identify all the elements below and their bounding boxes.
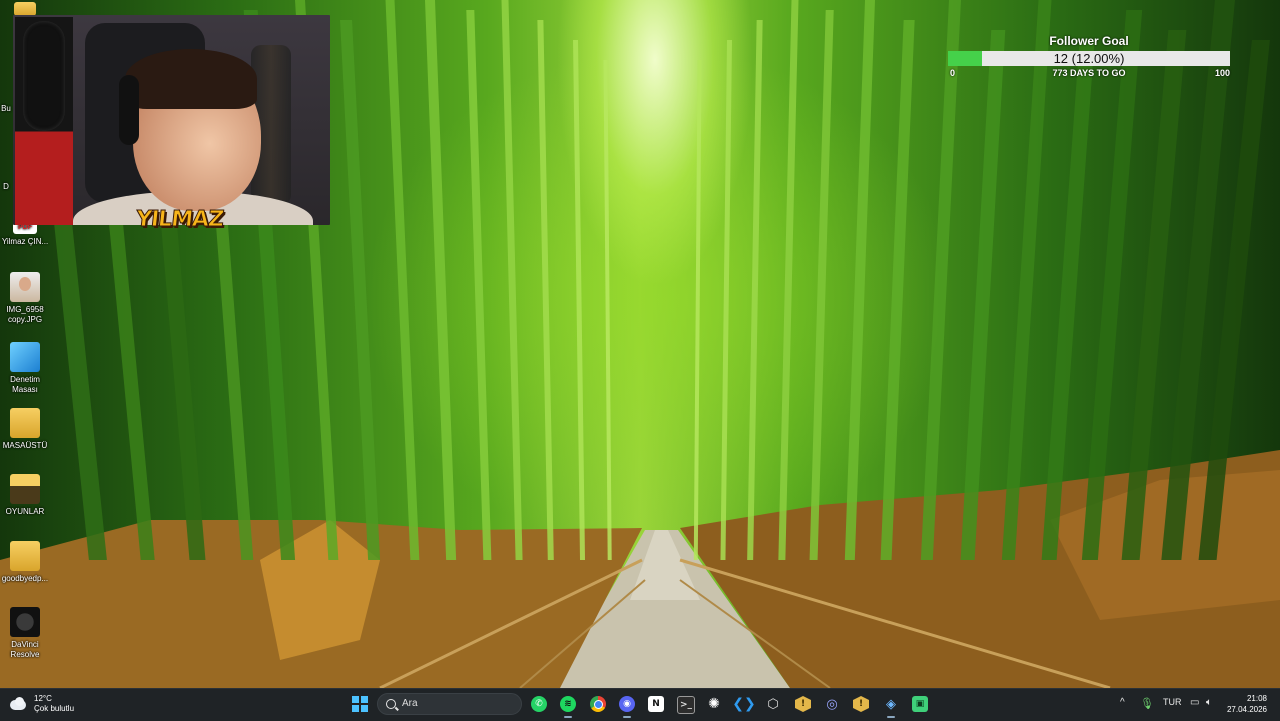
unity-icon[interactable]: ⬡ — [765, 696, 781, 712]
folder-icon — [10, 541, 40, 571]
headset — [119, 75, 139, 145]
bamboo-stalk — [960, 30, 1006, 560]
bamboo-stalk — [466, 10, 492, 560]
desktop-icon-img-6958[interactable]: IMG_6958 copy.JPG — [0, 272, 50, 325]
microphone-icon[interactable]: 🎙︎ — [1140, 697, 1154, 710]
follower-goal-widget: Follower Goal 12 (12.00%) 0 773 DAYS TO … — [948, 34, 1230, 80]
folder-icon — [10, 408, 40, 438]
desktop-icon-label: MASAÜSTÜ — [2, 441, 48, 450]
desktop-icon-yilmaz-pdf[interactable]: PDF Yilmaz ÇIN... — [0, 222, 50, 247]
app-green-icon[interactable]: ▣ — [912, 696, 928, 712]
goal-title: Follower Goal — [1049, 34, 1129, 48]
microphone — [15, 17, 73, 225]
bamboo-stalk — [747, 20, 763, 560]
davinci-resolve-icon — [10, 607, 40, 637]
control-panel-icon — [10, 342, 40, 372]
photo-icon — [10, 272, 40, 302]
desktop-icon-denetim-masasi[interactable]: Denetim Masası — [0, 342, 50, 395]
goal-days-left: 773 DAYS TO GO — [1052, 68, 1126, 78]
bamboo-stalk — [603, 60, 612, 560]
discord-icon[interactable]: ◉ — [619, 696, 635, 718]
bamboo-stalk — [340, 20, 381, 560]
cloudy-weather-icon — [10, 697, 28, 711]
language-indicator[interactable]: TUR — [1163, 697, 1182, 707]
desktop-icon-davinci-resolve[interactable]: DaVinci Resolve — [0, 607, 50, 660]
desktop-icon-label: IMG_6958 copy.JPG — [6, 305, 44, 324]
streamer-hair — [125, 49, 257, 109]
bamboo-stalk — [425, 0, 457, 560]
webcam-overlay — [13, 15, 330, 225]
chatgpt-icon[interactable]: ✺ — [706, 696, 722, 712]
bamboo-stalk — [880, 20, 915, 560]
desktop-icon-label: D — [3, 182, 9, 191]
clock-time: 21:08 — [1246, 694, 1267, 703]
bamboo-stalk — [720, 40, 732, 560]
taskbar: 12°C Çok bulutlu — [0, 688, 1280, 721]
goal-max-label: 100 — [1214, 68, 1230, 78]
bamboo-stalk — [573, 40, 586, 560]
app-circle-icon[interactable]: ◎ — [824, 696, 840, 712]
vscode-icon[interactable]: ❮❯ — [732, 696, 755, 712]
bamboo-stalk — [809, 10, 834, 560]
desktop-icon-label: Denetim Masası — [10, 375, 40, 394]
bamboo-stalk — [920, 0, 961, 560]
tray-overflow-chevron[interactable]: ^ — [1120, 697, 1125, 708]
weather-widget[interactable]: 12°C Çok bulutlu — [10, 694, 74, 714]
search-icon — [386, 699, 396, 709]
bamboo-stalk — [537, 20, 554, 560]
bamboo-stalk — [778, 0, 799, 560]
folder-icon — [14, 2, 36, 16]
desktop-icon-label: DaVinci Resolve — [10, 640, 40, 659]
folder-icon — [10, 474, 40, 504]
desktop-icon-masaustu[interactable]: MASAÜSTÜ — [0, 408, 50, 451]
goal-footer: 0 773 DAYS TO GO 100 — [948, 68, 1230, 80]
desktop-icon-label: Yilmaz ÇIN... — [1, 237, 49, 246]
app-diamond-icon[interactable]: ◈ — [883, 696, 899, 718]
desktop-icon-label: goodbyedp... — [1, 574, 49, 583]
bamboo-stalk — [693, 60, 702, 560]
bamboo-stalk — [501, 0, 523, 560]
terminal-icon[interactable]: >_ — [677, 696, 695, 714]
whatsapp-icon[interactable]: ✆ — [531, 696, 547, 712]
bamboo-stalk — [385, 0, 420, 560]
bamboo-stalk — [1001, 0, 1052, 560]
weather-temperature: 12°C — [34, 694, 52, 703]
goal-progress-bar: 12 (12.00%) — [948, 51, 1230, 66]
start-button[interactable] — [352, 696, 368, 712]
chrome-icon[interactable] — [590, 696, 606, 712]
taskbar-search-box[interactable]: Ara — [377, 693, 522, 715]
system-clock[interactable]: 21:08 27.04.2026 — [1225, 693, 1267, 715]
notion-icon[interactable]: N — [648, 696, 664, 712]
volume-icon[interactable]: 🔈︎ — [1206, 697, 1212, 708]
desktop-icon-label: Bu — [1, 104, 11, 113]
network-icon[interactable]: ▭ — [1190, 697, 1199, 708]
weather-condition: Çok bulutlu — [34, 704, 75, 713]
search-placeholder: Ara — [402, 698, 418, 709]
clock-date: 27.04.2026 — [1226, 705, 1267, 714]
spotify-icon[interactable]: ≋ — [560, 696, 576, 718]
streamer-logo: YILMAZ — [134, 207, 225, 233]
bamboo-stalk — [844, 0, 875, 560]
desktop-icon-oyunlar[interactable]: OYUNLAR — [0, 474, 50, 517]
desktop-icon-label: OYUNLAR — [5, 507, 45, 516]
goal-progress-text: 12 (12.00%) — [1053, 51, 1125, 66]
desktop-icon-goodbyedp[interactable]: goodbyedp... — [0, 541, 50, 584]
windows-logo-icon — [352, 696, 359, 703]
